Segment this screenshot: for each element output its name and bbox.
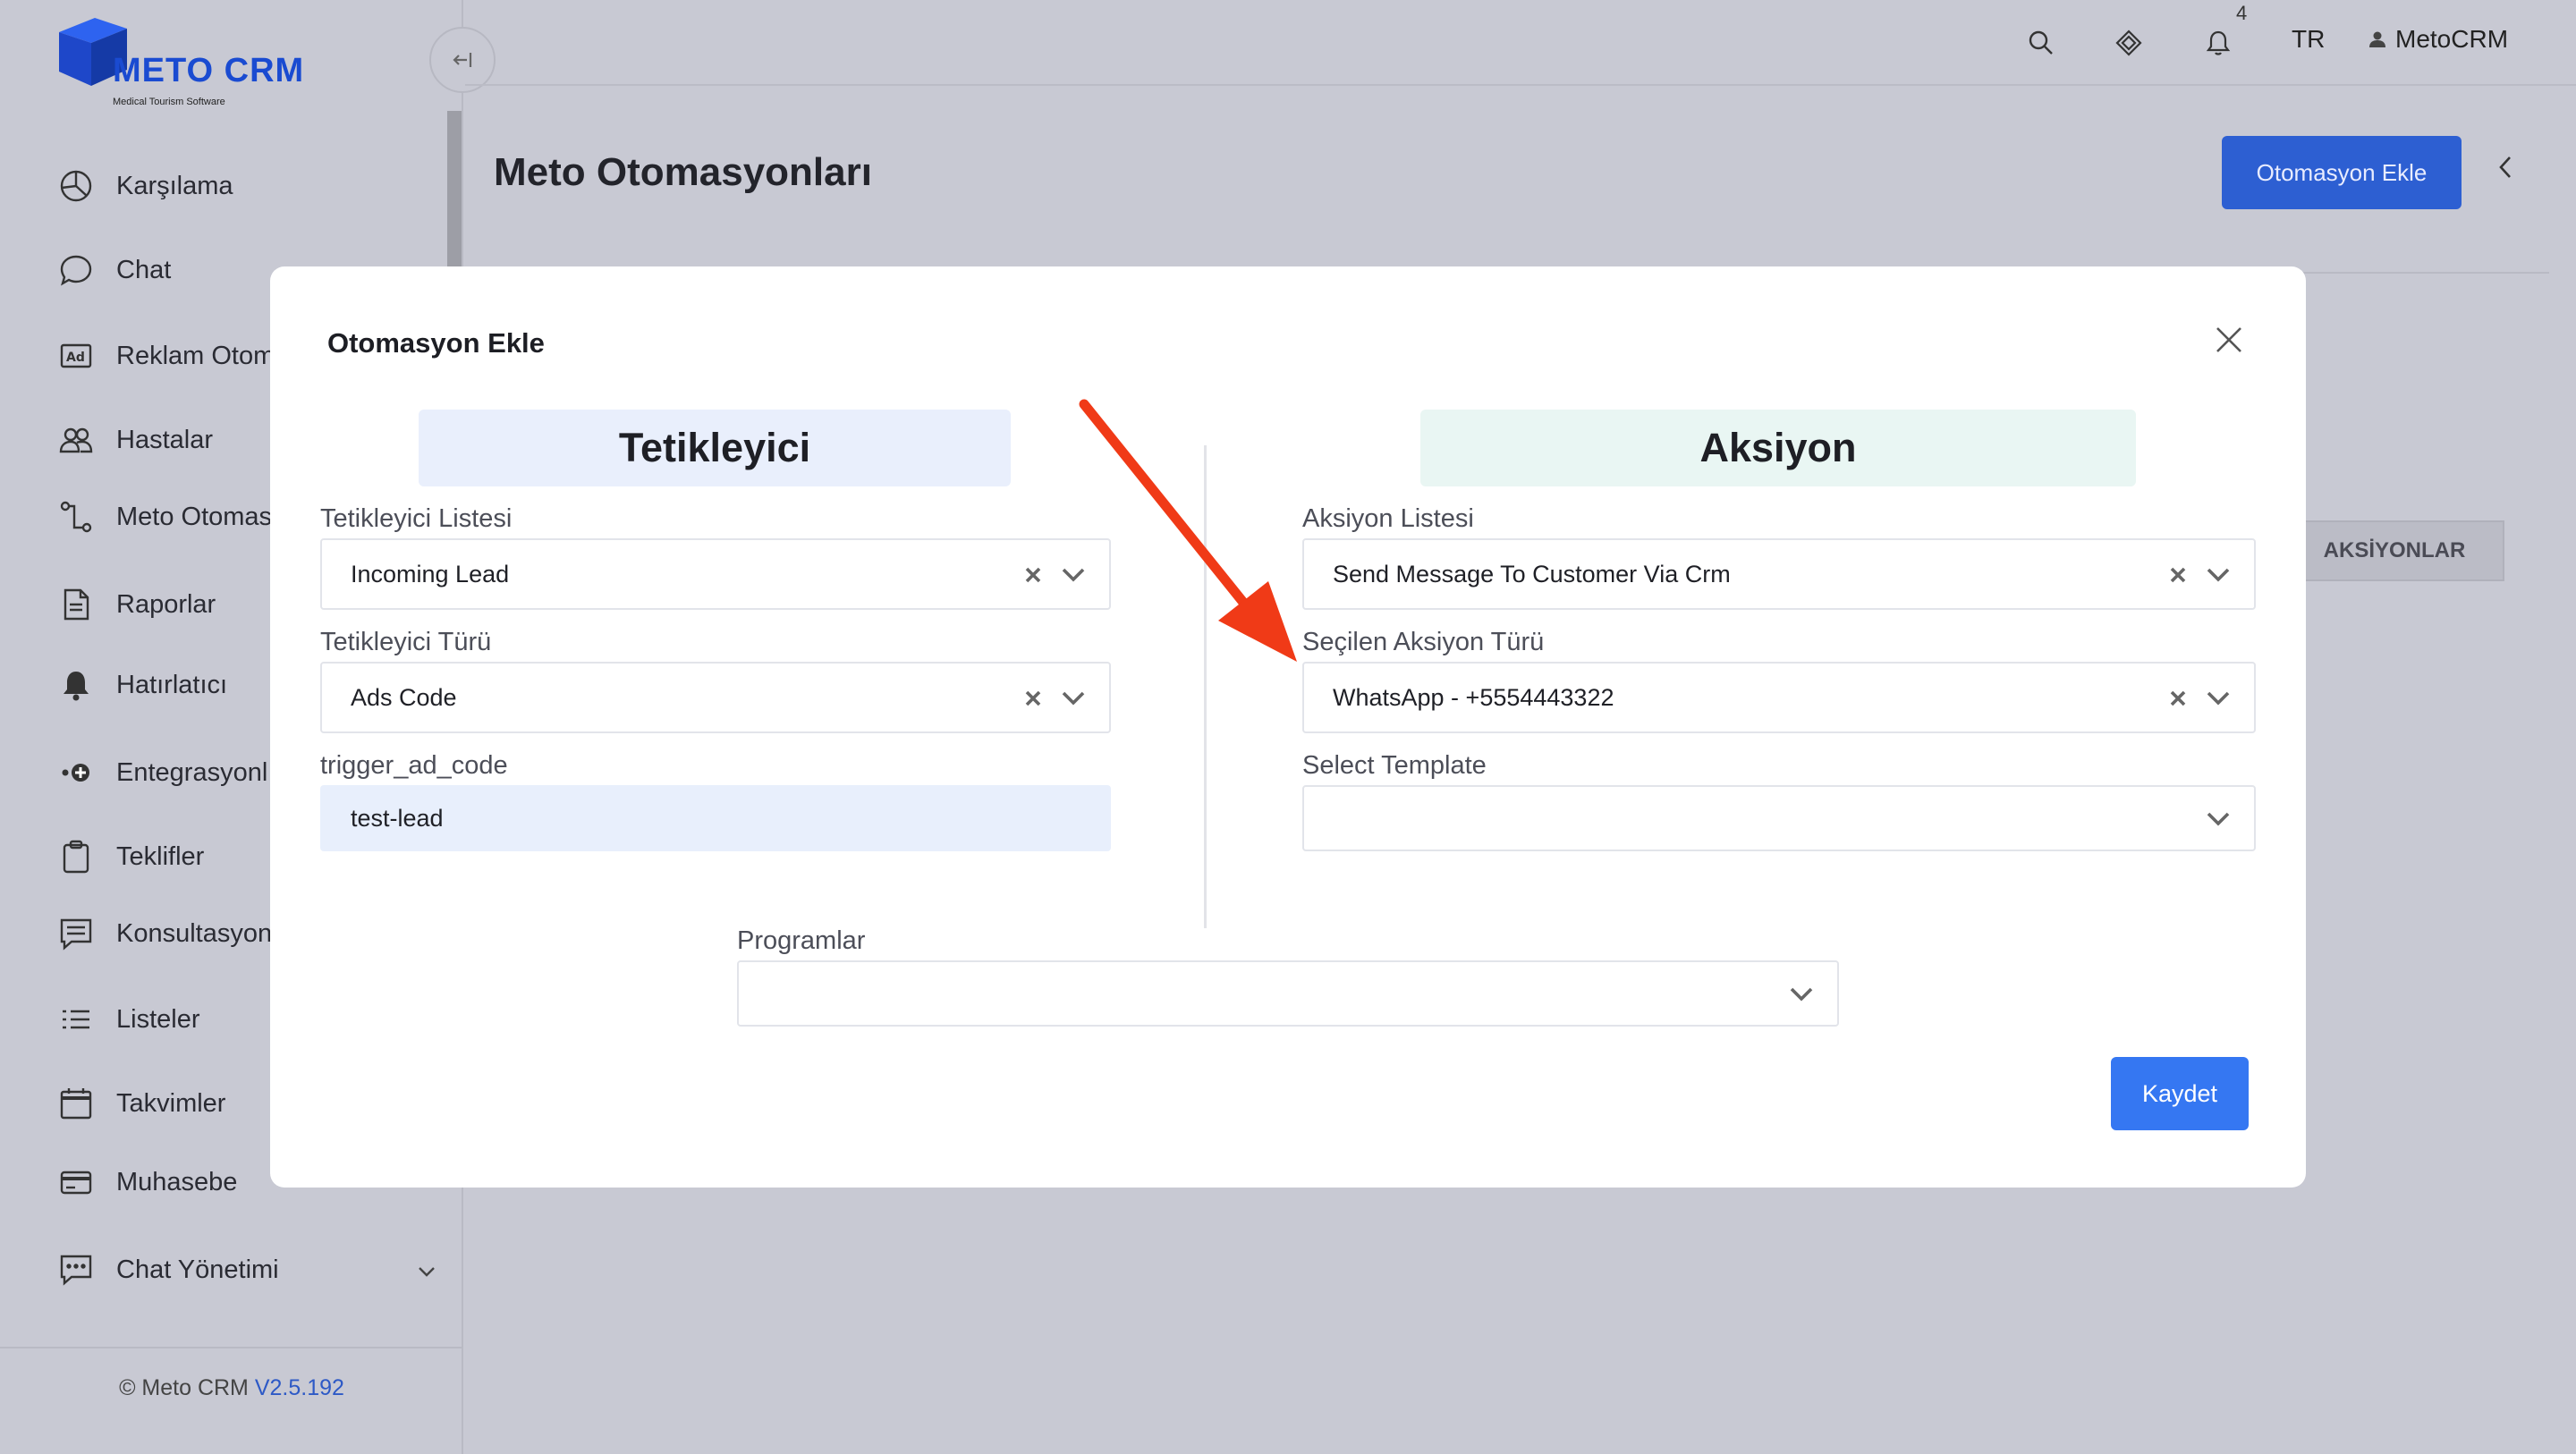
trigger-type-select[interactable]: Ads Code bbox=[320, 662, 1111, 733]
integration-icon bbox=[57, 754, 95, 791]
language-switcher[interactable]: TR bbox=[2292, 25, 2325, 54]
report-icon bbox=[57, 586, 95, 623]
trigger-list-select[interactable]: Incoming Lead bbox=[320, 538, 1111, 610]
chevron-down-icon[interactable] bbox=[2206, 809, 2231, 829]
message-list-icon bbox=[57, 915, 95, 952]
sidebar-footer: © Meto CRM V2.5.192 bbox=[0, 1347, 463, 1401]
trigger-type-value: Ads Code bbox=[351, 683, 457, 711]
top-bar bbox=[465, 0, 2576, 86]
brand-tagline: Medical Tourism Software bbox=[113, 97, 225, 107]
sidebar-item-label: Chat bbox=[116, 255, 172, 284]
sidebar-item-label: Chat Yönetimi bbox=[116, 1255, 279, 1284]
sidebar-item-label: Konsultasyon bbox=[116, 918, 273, 948]
user-name: MetoCRM bbox=[2395, 25, 2509, 53]
sidebar-item-label: Karşılama bbox=[116, 171, 233, 200]
notification-count: 4 bbox=[2236, 2, 2248, 24]
brand-logo[interactable]: METO CRM Medical Tourism Software bbox=[50, 13, 318, 107]
list-icon bbox=[57, 1001, 95, 1038]
column-divider bbox=[1204, 445, 1207, 928]
action-heading: Aksiyon bbox=[1420, 410, 2136, 486]
trigger-ad-code-label: trigger_ad_code bbox=[320, 751, 508, 780]
user-menu[interactable]: MetoCRM bbox=[2368, 25, 2508, 54]
chevron-down-icon[interactable] bbox=[1061, 565, 1086, 585]
trigger-list-value: Incoming Lead bbox=[351, 560, 510, 588]
sidebar-item-label: Takvimler bbox=[116, 1088, 226, 1118]
sidebar-item-karsilama[interactable]: Karşılama bbox=[57, 161, 451, 211]
chevron-down-icon[interactable] bbox=[2206, 689, 2231, 708]
sidebar-item-label: Hastalar bbox=[116, 425, 213, 454]
action-list-label: Aksiyon Listesi bbox=[1302, 504, 1474, 533]
brand-name: METO CRM bbox=[113, 52, 305, 89]
dashboard-icon bbox=[57, 167, 95, 205]
template-label: Select Template bbox=[1302, 751, 1487, 780]
programs-select[interactable] bbox=[737, 960, 1839, 1027]
trigger-type-label: Tetikleyici Türü bbox=[320, 628, 492, 656]
app-version[interactable]: V2.5.192 bbox=[255, 1375, 344, 1400]
sidebar-item-label: Reklam Otom bbox=[116, 341, 275, 370]
chevron-down-icon[interactable] bbox=[2206, 565, 2231, 585]
add-automation-button[interactable]: Otomasyon Ekle bbox=[2222, 136, 2462, 209]
sidebar-item-label: Meto Otomas bbox=[116, 502, 273, 531]
sidebar-item-label: Listeler bbox=[116, 1004, 200, 1034]
clear-icon[interactable] bbox=[1023, 689, 1043, 708]
sidebar-item-chat-yonetimi[interactable]: Chat Yönetimi bbox=[57, 1245, 451, 1295]
trigger-heading: Tetikleyici bbox=[419, 410, 1011, 486]
chevron-down-icon[interactable] bbox=[1789, 985, 1814, 1004]
calendar-icon bbox=[57, 1085, 95, 1122]
save-button[interactable]: Kaydet bbox=[2111, 1057, 2249, 1130]
tab-aksiyonlar[interactable]: AKSİYONLAR bbox=[2284, 520, 2504, 581]
action-type-select[interactable]: WhatsApp - +5554443322 bbox=[1302, 662, 2256, 733]
sidebar-item-label: Hatırlatıcı bbox=[116, 670, 228, 699]
card-icon bbox=[57, 1163, 95, 1201]
sidebar-item-label: Raporlar bbox=[116, 589, 216, 619]
trigger-list-label: Tetikleyici Listesi bbox=[320, 504, 513, 533]
close-icon[interactable] bbox=[2213, 324, 2252, 363]
clipboard-icon bbox=[57, 838, 95, 875]
bell-icon bbox=[57, 666, 95, 704]
trigger-ad-code-value: test-lead bbox=[351, 804, 444, 832]
clear-icon[interactable] bbox=[2168, 565, 2188, 585]
sidebar-item-label: Muhasebe bbox=[116, 1167, 238, 1196]
clear-icon[interactable] bbox=[2168, 689, 2188, 708]
action-type-value: WhatsApp - +5554443322 bbox=[1333, 683, 1614, 711]
notification-bell-icon[interactable] bbox=[2199, 23, 2238, 63]
clear-icon[interactable] bbox=[1023, 565, 1043, 585]
sidebar-item-label: Teklifler bbox=[116, 841, 205, 871]
sidebar-item-label: Entegrasyonl bbox=[116, 757, 268, 787]
add-automation-modal: Otomasyon Ekle Tetikleyici Aksiyon Tetik… bbox=[270, 266, 2306, 1188]
action-type-label: Seçilen Aksiyon Türü bbox=[1302, 628, 1545, 656]
chevron-left-icon[interactable] bbox=[2496, 154, 2515, 189]
action-list-select[interactable]: Send Message To Customer Via Crm bbox=[1302, 538, 2256, 610]
modal-title: Otomasyon Ekle bbox=[327, 327, 545, 359]
chevron-down-icon[interactable] bbox=[1061, 689, 1086, 708]
trigger-ad-code-input[interactable]: test-lead bbox=[320, 785, 1111, 851]
chat-bubble-icon bbox=[57, 251, 95, 289]
user-icon bbox=[2369, 31, 2385, 47]
svg-text:Ad: Ad bbox=[66, 351, 85, 365]
users-icon bbox=[57, 421, 95, 459]
programs-label: Programlar bbox=[737, 926, 866, 955]
chevron-down-icon[interactable] bbox=[417, 1256, 436, 1284]
template-select[interactable] bbox=[1302, 785, 2256, 851]
flow-icon bbox=[57, 498, 95, 536]
copyright-text: © Meto CRM bbox=[119, 1375, 249, 1400]
ad-icon: Ad bbox=[57, 337, 95, 375]
page-title: Meto Otomasyonları bbox=[494, 150, 872, 194]
action-list-value: Send Message To Customer Via Crm bbox=[1333, 560, 1731, 588]
apps-diamond-icon[interactable] bbox=[2109, 23, 2148, 63]
chat-manage-icon bbox=[57, 1251, 95, 1289]
search-icon[interactable] bbox=[2021, 23, 2061, 63]
